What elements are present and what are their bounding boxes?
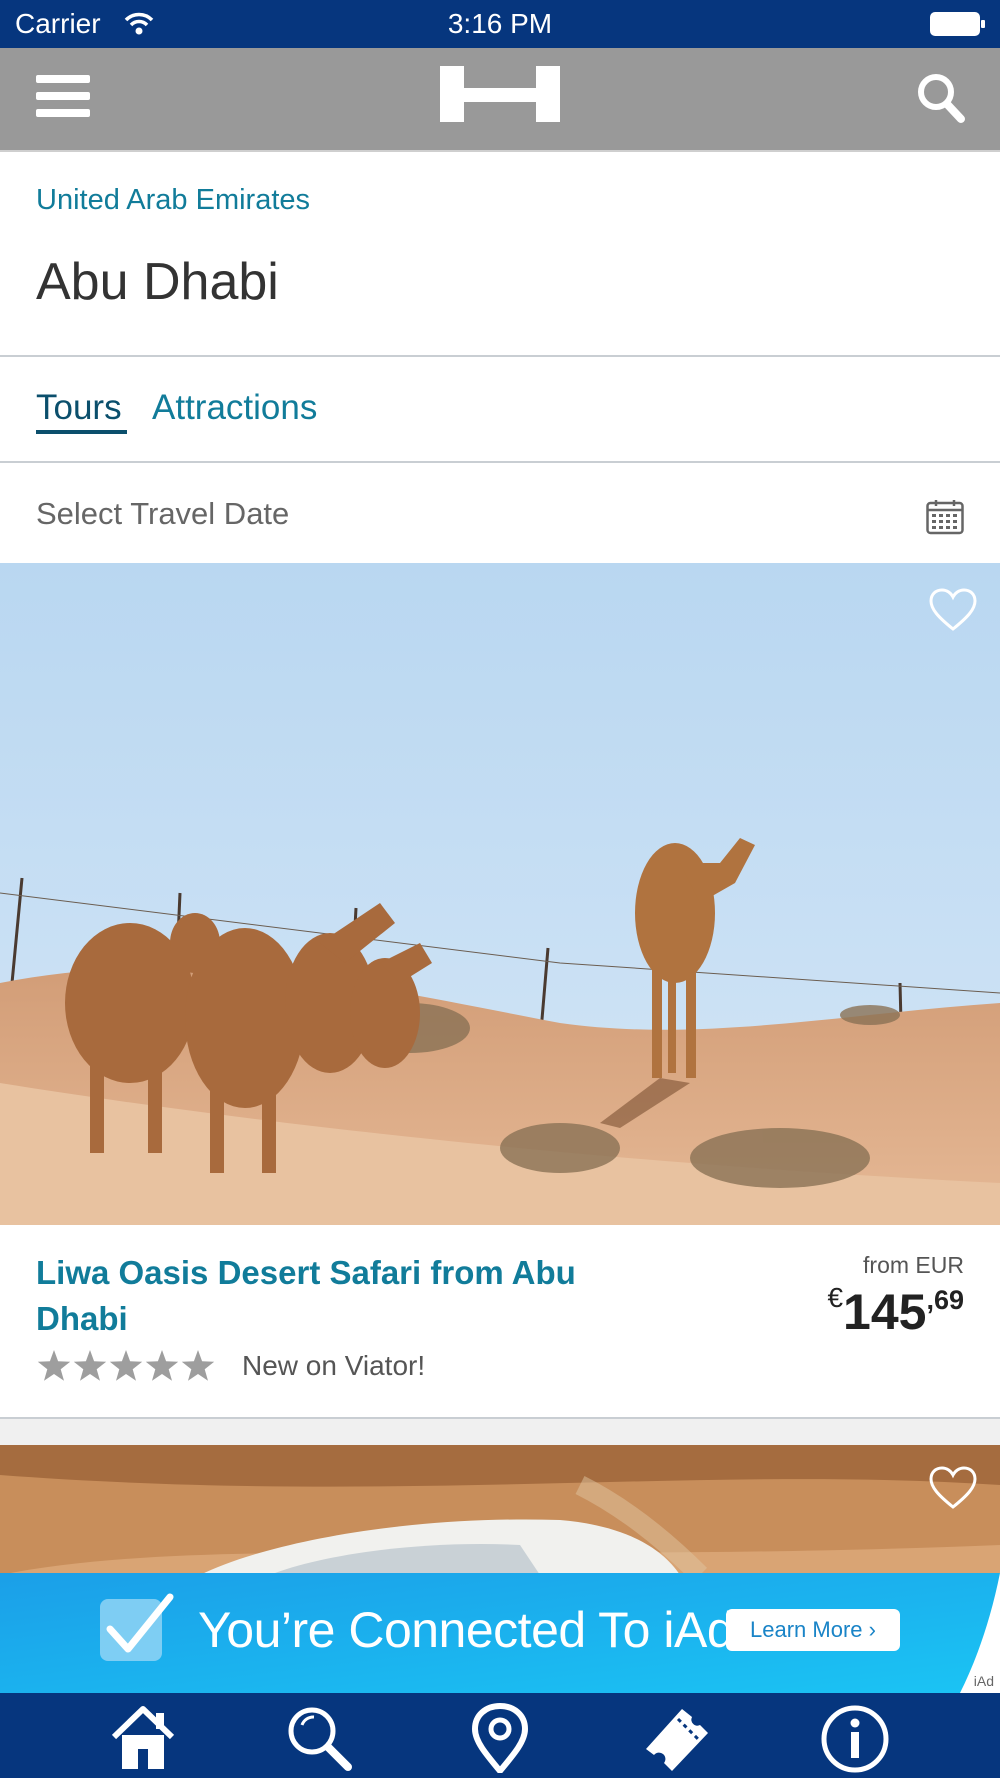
- country-link[interactable]: United Arab Emirates: [36, 184, 310, 217]
- home-icon[interactable]: [108, 1703, 178, 1773]
- tab-active-indicator: [36, 430, 127, 434]
- star-icon: [37, 1350, 71, 1381]
- tour-image[interactable]: [0, 563, 1000, 1225]
- star-icon: [145, 1350, 179, 1381]
- status-time: 3:16 PM: [447, 8, 553, 39]
- learn-more-button[interactable]: Learn More ›: [726, 1609, 900, 1651]
- star-icon: [181, 1350, 215, 1381]
- tab-tours[interactable]: Tours: [36, 388, 122, 428]
- tour-price: €145,69: [827, 1282, 964, 1341]
- battery-icon: [930, 12, 985, 36]
- nav-bar: [0, 48, 1000, 152]
- info-icon[interactable]: [820, 1703, 890, 1773]
- search-icon[interactable]: [284, 1703, 354, 1773]
- iad-banner[interactable]: You’re Connected To iAd Learn More › iAd: [0, 1573, 1000, 1693]
- travel-date-picker[interactable]: Select Travel Date: [0, 463, 1000, 563]
- status-bar: Carrier 3:16 PM: [0, 0, 1000, 48]
- travel-date-label: Select Travel Date: [36, 496, 290, 531]
- card-separator: [0, 1419, 1000, 1445]
- tour-title[interactable]: Liwa Oasis Desert Safari from Abu Dhabi: [36, 1250, 636, 1342]
- price-cents: ,69: [926, 1285, 964, 1315]
- rating-stars: [37, 1350, 215, 1381]
- favorite-heart-icon[interactable]: [928, 587, 978, 633]
- review-note: New on Viator!: [242, 1350, 426, 1381]
- divider: [0, 355, 1000, 357]
- search-icon[interactable]: [916, 72, 966, 124]
- ad-headline: You’re Connected To iAd: [198, 1602, 735, 1658]
- iad-mark: iAd: [973, 1673, 994, 1689]
- price-whole: 145: [843, 1284, 927, 1340]
- star-icon: [109, 1350, 143, 1381]
- ticket-icon[interactable]: [642, 1703, 712, 1773]
- price-from-label: from EUR: [863, 1252, 964, 1278]
- price-currency: €: [827, 1282, 844, 1313]
- menu-icon[interactable]: [36, 75, 90, 121]
- checkmark-icon: [100, 1593, 174, 1661]
- location-pin-icon[interactable]: [465, 1703, 535, 1773]
- tab-attractions[interactable]: Attractions: [152, 388, 317, 428]
- tour-image[interactable]: [0, 1445, 1000, 1575]
- calendar-icon[interactable]: [926, 499, 964, 535]
- page-title: Abu Dhabi: [36, 253, 279, 311]
- star-icon: [73, 1350, 107, 1381]
- bottom-tab-bar: [0, 1693, 1000, 1778]
- logo-icon[interactable]: [440, 66, 560, 122]
- favorite-heart-icon[interactable]: [928, 1465, 978, 1511]
- divider: [0, 1417, 1000, 1419]
